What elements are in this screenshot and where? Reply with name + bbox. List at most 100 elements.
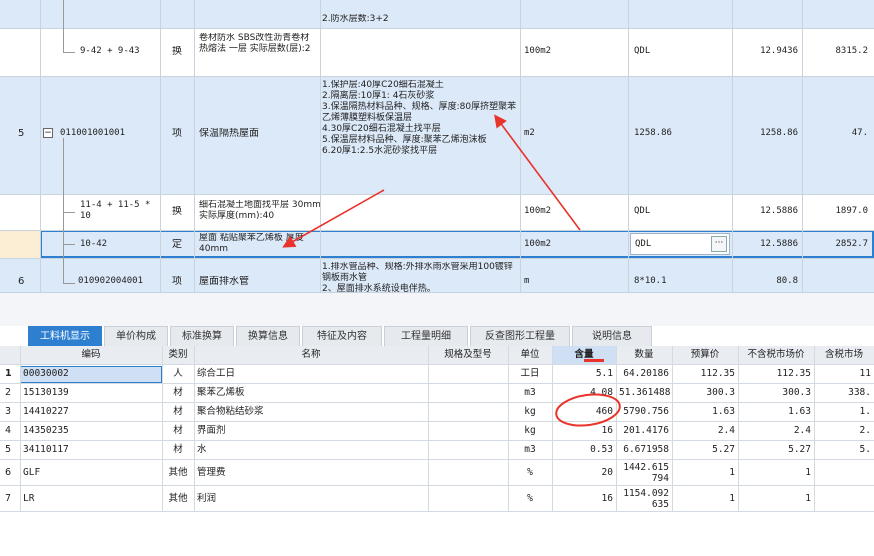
resource-code: 14410227 <box>23 406 69 417</box>
resource-content[interactable]: 5.1 <box>552 365 616 383</box>
resource-content[interactable]: 4.08 <box>552 384 616 402</box>
resource-content[interactable]: 16 <box>552 422 616 440</box>
table-row[interactable]: 5 − 011001001001 项 保温隔热屋面 1.保护层:40厚C20细石… <box>0 76 874 194</box>
resource-content[interactable]: 16 <box>552 486 616 511</box>
table-row[interactable]: 9-42 + 9-43 换 卷材防水 SBS改性沥青卷材 热熔法 一层 实际层数… <box>0 28 874 76</box>
col-market-price-excl-tax[interactable]: 不含税市场价 <box>738 346 814 364</box>
resource-code: 14350235 <box>23 425 69 436</box>
qty-expression: QDL <box>634 46 651 56</box>
market-price-incl-tax: 1. <box>859 406 871 417</box>
row-number: 6 <box>18 276 25 287</box>
grid-line <box>814 346 815 512</box>
table-row[interactable]: 6 010902004001 项 屋面排水管 1.排水管品种、规格:外排水雨水管… <box>0 258 874 292</box>
resource-content[interactable]: 460 <box>552 403 616 421</box>
market-price-incl-tax <box>814 460 874 485</box>
tab-labor-material-machine[interactable]: 工料机显示 <box>28 326 102 346</box>
budget-price: 1 <box>729 493 735 504</box>
tab-standard-conversion[interactable]: 标准换算 <box>170 326 234 346</box>
resource-quantity: 5790.756 <box>623 406 669 417</box>
row-number: 5 <box>18 128 25 139</box>
qty-expression-input[interactable]: QDL ··· <box>630 233 730 255</box>
budget-price: 5.27 <box>712 444 735 455</box>
tab-conversion-info[interactable]: 换算信息 <box>236 326 300 346</box>
splitter[interactable] <box>0 292 874 326</box>
resource-name: 聚苯乙烯板 <box>197 387 245 398</box>
resource-unit: kg <box>524 406 536 417</box>
table-row[interactable]: 2.防水层数:3+2 <box>0 0 874 28</box>
grid-line <box>0 194 874 195</box>
col-code[interactable]: 编码 <box>20 346 162 364</box>
tab-unit-price-composition[interactable]: 单价构成 <box>104 326 168 346</box>
item-price: 47. <box>851 128 868 138</box>
table-row[interactable]: 7 LR 其他 利润 % 16 1154.092635 1 1 <box>0 486 874 512</box>
resource-quantity: 1442.615794 <box>623 462 669 484</box>
item-quantity: 12.5886 <box>760 239 798 249</box>
resource-name: 水 <box>197 444 207 455</box>
budget-price: 2.4 <box>717 425 735 436</box>
item-name: 屋面排水管 <box>199 276 249 287</box>
item-quantity: 1258.86 <box>760 128 798 138</box>
grid-line <box>672 346 673 512</box>
table-row[interactable]: 6 GLF 其他 管理费 % 20 1442.615794 1 1 <box>0 460 874 486</box>
col-quantity[interactable]: 数量 <box>616 346 672 364</box>
col-category[interactable]: 类别 <box>162 346 194 364</box>
resource-content[interactable]: 0.53 <box>552 441 616 459</box>
table-row[interactable]: 4 14350235 材 界面剂 kg 16 201.4176 2.4 2.4 … <box>0 422 874 441</box>
resource-unit: kg <box>524 425 536 436</box>
grid-line <box>508 346 509 512</box>
col-budget-price[interactable]: 预算价 <box>672 346 738 364</box>
grid-line <box>738 346 739 512</box>
col-name[interactable]: 名称 <box>194 346 428 364</box>
resource-name: 利润 <box>197 493 217 504</box>
row-selector[interactable] <box>0 230 40 258</box>
col-market-price-incl-tax[interactable]: 含税市场 <box>814 346 874 364</box>
item-unit: 100m2 <box>524 206 552 216</box>
grid-line <box>194 0 195 292</box>
item-code: 11-4 + 11-5 * 10 <box>80 200 151 221</box>
item-name: 保温隔热屋面 <box>199 128 259 139</box>
table-row[interactable]: 5 34110117 材 水 m3 0.53 6.671958 5.27 5.2… <box>0 441 874 460</box>
item-type: 项 <box>172 128 182 139</box>
item-name: 卷材防水 SBS改性沥青卷材 热熔法 一层 实际层数(层):2 <box>199 33 311 54</box>
grid-line <box>0 76 874 77</box>
col-unit[interactable]: 单位 <box>508 346 552 364</box>
resource-category: 材 <box>173 406 183 417</box>
feature-description: 1.排水管品种、规格:外排水雨水管采用100镀锌钢板雨水管 2、屋面排水系统设电… <box>322 262 513 292</box>
table-row[interactable]: 11-4 + 11-5 * 10 换 细石混凝土地面找平层 30mm 实际厚度(… <box>0 194 874 230</box>
budget-price: 300.3 <box>706 387 735 398</box>
grid-line <box>520 0 521 292</box>
tree-connector <box>63 0 64 52</box>
tab-reverse-lookup-quantity[interactable]: 反查图形工程量 <box>470 326 570 346</box>
tree-connector <box>63 138 64 283</box>
resource-code: 00030002 <box>23 368 69 379</box>
col-spec[interactable]: 规格及型号 <box>428 346 508 364</box>
table-row-selected[interactable]: 10-42 定 屋面 粘贴聚苯乙烯板 厚度40mm 100m2 QDL ··· … <box>0 230 874 258</box>
item-code: 010902004001 <box>78 276 144 286</box>
row-number: 3 <box>5 406 12 417</box>
market-price-incl-tax: 338. <box>848 387 871 398</box>
budget-price: 1.63 <box>712 406 735 417</box>
grid-line <box>162 346 163 512</box>
grid-line <box>194 346 195 512</box>
table-row[interactable]: 1 00030002 人 综合工日 工日 5.1 64.20186 112.35… <box>0 365 874 384</box>
row-number: 6 <box>5 467 12 478</box>
tab-features-content[interactable]: 特征及内容 <box>302 326 382 346</box>
grid-line <box>20 346 21 512</box>
tab-description-info[interactable]: 说明信息 <box>572 326 652 346</box>
item-price: 8315.2 <box>835 46 868 56</box>
feature-description: 2.防水层数:3+2 <box>322 14 389 24</box>
budget-price: 1 <box>729 467 735 478</box>
table-row[interactable]: 2 15130139 材 聚苯乙烯板 m3 4.08 51.361488 300… <box>0 384 874 403</box>
ellipsis-button[interactable]: ··· <box>711 236 727 252</box>
market-price-excl-tax: 300.3 <box>782 387 811 398</box>
resource-content[interactable]: 20 <box>552 460 616 485</box>
grid-line <box>628 0 629 292</box>
collapse-toggle-icon[interactable]: − <box>43 128 53 138</box>
market-price-excl-tax: 1.63 <box>788 406 811 417</box>
resource-category: 材 <box>173 444 183 455</box>
resource-code: 34110117 <box>23 444 69 455</box>
resource-unit: % <box>527 467 533 478</box>
tab-quantity-details[interactable]: 工程量明细 <box>384 326 468 346</box>
table-row[interactable]: 3 14410227 材 聚合物粘结砂浆 kg 460 5790.756 1.6… <box>0 403 874 422</box>
resource-quantity: 1154.092635 <box>623 488 669 510</box>
